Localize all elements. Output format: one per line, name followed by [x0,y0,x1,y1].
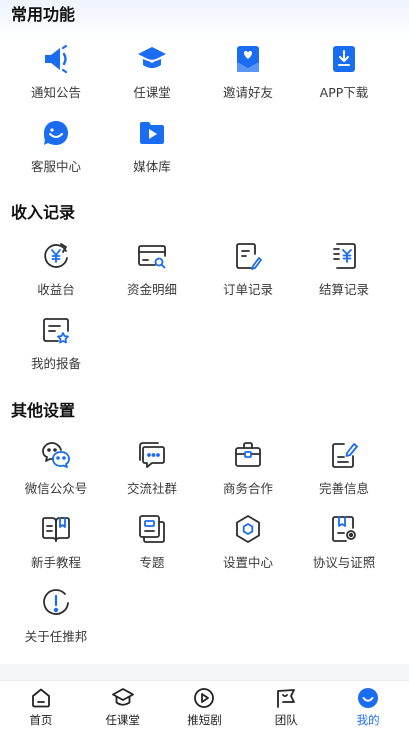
menu-item-order-records[interactable]: 订单记录 [200,241,296,315]
menu-item-invite[interactable]: 邀请好友 [200,44,296,118]
section-title-common: 常用功能 [11,5,76,24]
menu-item-business[interactable]: 商务合作 [200,440,296,514]
tab-label: 首页 [29,713,53,727]
menu-item-community[interactable]: 交流社群 [104,440,200,514]
menu-item-fund-details[interactable]: 资金明细 [104,241,200,315]
menu-item-label: 结算记录 [318,282,369,297]
yuan-refresh-icon [44,243,68,268]
tab-label: 推短剧 [187,713,222,727]
tab-home[interactable]: 首页 [0,681,82,732]
menu-item-label: 交流社群 [126,481,177,496]
menu-item-label: 专题 [139,555,165,570]
megaphone-icon [45,44,68,74]
menu-item-label: 新手教程 [30,555,81,570]
menu-item-course[interactable]: 任课堂 [104,44,200,118]
menu-item-settings-center[interactable]: 设置中心 [200,514,296,588]
menu-item-earnings[interactable]: 收益台 [8,241,104,315]
other-settings-grid: 微信公众号 交流社群 商务合作 完善信息 新手教程 专题 设置中心 协议与证照 … [8,440,408,662]
section-divider [0,664,409,680]
profile-smile-icon [358,688,379,708]
menu-item-label: 邀请好友 [222,85,273,100]
info-icon [43,589,69,615]
briefcase-icon [235,442,261,467]
menu-item-label: 媒体库 [133,159,171,174]
tab-short-drama[interactable]: 推短剧 [164,681,246,732]
menu-item-label: 设置中心 [222,555,273,570]
menu-item-label: 关于任推邦 [24,629,88,644]
menu-item-label: 商务合作 [222,481,273,496]
section-title-income: 收入记录 [11,203,76,222]
book-icon [42,517,70,542]
menu-item-label: 任课堂 [133,85,171,100]
chat-group-icon [139,442,165,468]
tab-mine[interactable]: 我的 [327,681,409,732]
menu-item-label: 客服中心 [30,159,81,174]
tab-label: 我的 [356,713,380,727]
wechat-icon [42,442,70,468]
menu-item-media-library[interactable]: 媒体库 [104,118,200,192]
menu-item-label: 我的报备 [30,356,81,371]
order-edit-icon [236,243,262,270]
menu-content: 常用功能 通知公告 任课堂 邀请好友 APP下载 客服中心 媒体库 收入记录 收… [0,0,409,668]
graduation-cap-icon [138,47,166,68]
menu-item-label: 订单记录 [222,282,273,297]
menu-item-label: 协议与证照 [312,555,376,570]
card-search-icon [138,245,166,269]
menu-item-label: 完善信息 [318,481,369,496]
menu-item-tutorial[interactable]: 新手教程 [8,514,104,588]
section-title-other: 其他设置 [11,401,76,420]
menu-item-app-download[interactable]: APP下载 [296,44,392,118]
settings-hexagon-icon [236,515,260,543]
team-flag-icon [277,689,296,708]
menu-item-label: 资金明细 [126,282,177,297]
menu-item-topic[interactable]: 专题 [104,514,200,588]
menu-item-label: 收益台 [37,282,75,297]
income-records-grid: 收益台 资金明细 订单记录 结算记录 我的报备 [8,241,408,389]
tab-label: 团队 [274,713,298,727]
menu-item-label: 微信公众号 [24,481,88,496]
report-icon [43,318,69,344]
menu-item-notice[interactable]: 通知公告 [8,44,104,118]
play-circle-icon [194,688,215,708]
media-folder-icon [140,122,164,144]
graduation-cap-icon [111,688,134,706]
menu-item-complete-info[interactable]: 完善信息 [296,440,392,514]
edit-info-icon [332,443,358,468]
customer-service-icon [44,121,68,145]
download-icon [333,46,355,72]
tab-label: 任课堂 [105,713,140,727]
tab-team[interactable]: 团队 [245,681,327,732]
tab-course[interactable]: 任课堂 [82,681,164,732]
certificate-icon [332,516,356,542]
menu-item-label: 通知公告 [30,85,81,100]
menu-item-wechat[interactable]: 微信公众号 [8,440,104,514]
settlement-icon [333,243,356,269]
home-icon [31,688,50,708]
menu-item-about[interactable]: 关于任推邦 [8,588,104,662]
menu-item-customer-service[interactable]: 客服中心 [8,118,104,192]
topic-icon [139,515,165,543]
menu-item-my-report[interactable]: 我的报备 [8,315,104,389]
menu-item-label: APP下载 [319,85,369,100]
menu-item-settlement-records[interactable]: 结算记录 [296,241,392,315]
menu-item-agreements[interactable]: 协议与证照 [296,514,392,588]
bottom-tab-bar: 首页 任课堂 推短剧 团队 我的 [0,680,409,732]
common-functions-grid: 通知公告 任课堂 邀请好友 APP下载 客服中心 媒体库 [8,44,408,192]
invite-heart-icon [237,46,259,72]
